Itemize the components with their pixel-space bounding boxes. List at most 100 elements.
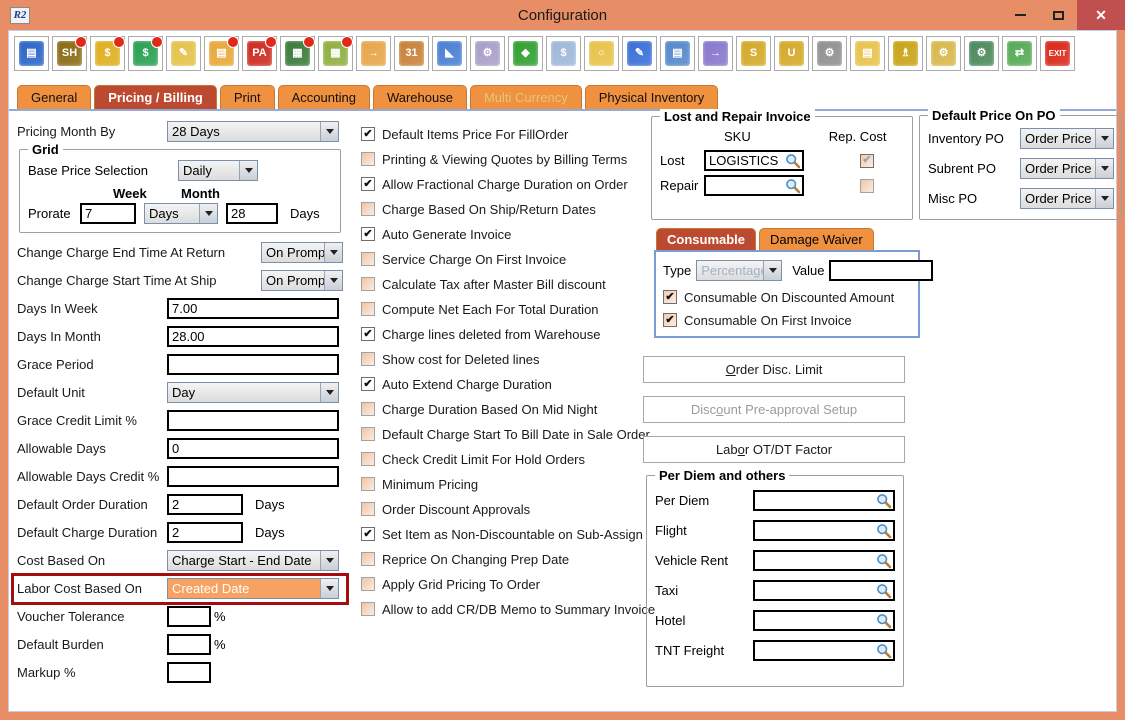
toolbar-button-cubes[interactable]: ◆ [508, 36, 543, 71]
tab-consumable[interactable]: Consumable [656, 228, 756, 250]
default-charge-duration-input[interactable] [167, 522, 243, 543]
dropdown-button[interactable] [320, 383, 338, 402]
toolbar-button-payables-book[interactable]: PA [242, 36, 277, 71]
grace-credit-limit-input[interactable] [167, 410, 339, 431]
toolbar-button-schedule-table[interactable]: ▦ [280, 36, 315, 71]
base-price-selection-select[interactable]: Daily [178, 160, 258, 181]
show-cost-for-deleted-lines-checkbox[interactable] [361, 352, 375, 366]
discount-pre-approval-setup-button[interactable]: Discount Pre-approval Setup [643, 396, 905, 423]
labor-ot-dt-factor-button[interactable]: Labor OT/DT Factor [643, 436, 905, 463]
dropdown-button[interactable] [324, 243, 342, 262]
prorate-month-days-input[interactable] [226, 203, 278, 224]
charge-based-on-ship-return-dates-checkbox[interactable] [361, 202, 375, 216]
order-disc-limit-button[interactable]: Order Disc. Limit [643, 356, 905, 383]
tab-damage-waiver[interactable]: Damage Waiver [759, 228, 874, 250]
default-unit-select[interactable]: Day [167, 382, 339, 403]
calculate-tax-after-master-bill-discount-checkbox[interactable] [361, 277, 375, 291]
charge-lines-deleted-from-warehouse-checkbox[interactable]: ✔ [361, 327, 375, 341]
dropdown-button[interactable] [320, 122, 338, 141]
per-diem-input[interactable] [753, 490, 895, 511]
toolbar-button-save[interactable]: ▤ [14, 36, 49, 71]
allowable-days-input[interactable] [167, 438, 339, 459]
toolbar-button-shield-search[interactable]: S [736, 36, 771, 71]
markup-input[interactable] [167, 662, 211, 683]
search-lookup-icon[interactable] [785, 178, 801, 194]
search-lookup-icon[interactable] [785, 153, 801, 169]
toolbar-button-folder-clock[interactable]: ○ [584, 36, 619, 71]
toolbar-button-shield-user[interactable]: U [774, 36, 809, 71]
days-in-month-input[interactable] [167, 326, 339, 347]
hotel-input[interactable] [753, 610, 895, 631]
toolbar-button-folder-document[interactable]: ▤ [850, 36, 885, 71]
consumable-value-input[interactable] [829, 260, 933, 281]
tab-physical-inventory[interactable]: Physical Inventory [585, 85, 719, 109]
toolbar-button-ledger[interactable]: ▦ [318, 36, 353, 71]
search-lookup-icon[interactable] [876, 613, 892, 629]
printing-viewing-quotes-by-billing-terms-checkbox[interactable] [361, 152, 375, 166]
voucher-tolerance-input[interactable] [167, 606, 211, 627]
days-in-week-input[interactable] [167, 298, 339, 319]
dropdown-button[interactable] [199, 204, 217, 223]
repair-rep-cost-checkbox[interactable] [860, 179, 874, 193]
tab-pricing-billing[interactable]: Pricing / Billing [94, 85, 217, 109]
toolbar-button-ruler[interactable]: ◣ [432, 36, 467, 71]
tab-warehouse[interactable]: Warehouse [373, 85, 467, 109]
auto-extend-charge-duration-checkbox[interactable]: ✔ [361, 377, 375, 391]
tab-multi-currency[interactable]: Multi Currency [470, 85, 582, 109]
toolbar-button-gears[interactable]: ⚙ [470, 36, 505, 71]
default-order-duration-input[interactable] [167, 494, 243, 515]
toolbar-button-figure-cube[interactable]: ♗ [888, 36, 923, 71]
dropdown-button[interactable] [324, 271, 342, 290]
toolbar-button-form-edit[interactable]: ✎ [622, 36, 657, 71]
misc-po-select[interactable]: Order Price [1020, 188, 1114, 209]
tab-print[interactable]: Print [220, 85, 275, 109]
search-lookup-icon[interactable] [876, 553, 892, 569]
service-charge-on-first-invoice-checkbox[interactable] [361, 252, 375, 266]
change-charge-end-time-at-return-select[interactable]: On Prompt [261, 242, 343, 263]
dropdown-button[interactable] [1095, 129, 1113, 148]
toolbar-button-transfer-lock[interactable]: → [356, 36, 391, 71]
tnt-freight-input[interactable] [753, 640, 895, 661]
toolbar-button-calendar[interactable]: 31 [394, 36, 429, 71]
minimum-pricing-checkbox[interactable] [361, 477, 375, 491]
dropdown-button[interactable] [320, 551, 338, 570]
dropdown-button[interactable] [320, 579, 338, 598]
search-lookup-icon[interactable] [876, 493, 892, 509]
check-credit-limit-for-hold-orders-checkbox[interactable] [361, 452, 375, 466]
toolbar-button-tools-gear[interactable]: ⚙ [812, 36, 847, 71]
subrent-po-select[interactable]: Order Price [1020, 158, 1114, 179]
allowable-days-credit-input[interactable] [167, 466, 339, 487]
prorate-month-unit-select[interactable]: Days [144, 203, 218, 224]
consumable-type-select[interactable]: Percentage [696, 260, 782, 281]
default-charge-start-to-bill-date-in-sale-order-checkbox[interactable] [361, 427, 375, 441]
apply-grid-pricing-to-order-checkbox[interactable] [361, 577, 375, 591]
grace-period-input[interactable] [167, 354, 339, 375]
toolbar-button-shipping-book[interactable]: SH [52, 36, 87, 71]
flight-input[interactable] [753, 520, 895, 541]
default-burden-input[interactable] [167, 634, 211, 655]
toolbar-button-document-export[interactable]: ⇄ [1002, 36, 1037, 71]
lost-rep-cost-checkbox[interactable]: ✔ [860, 154, 874, 168]
prorate-week-input[interactable] [80, 203, 136, 224]
taxi-input[interactable] [753, 580, 895, 601]
inventory-po-select[interactable]: Order Price [1020, 128, 1114, 149]
dropdown-button[interactable] [1095, 159, 1113, 178]
allow-to-add-cr-db-memo-to-summary-invoice-checkbox[interactable] [361, 602, 375, 616]
toolbar-button-folder-gear[interactable]: ⚙ [926, 36, 961, 71]
vehicle-rent-input[interactable] [753, 550, 895, 571]
compute-net-each-for-total-duration-checkbox[interactable] [361, 302, 375, 316]
consumable-on-first-invoice-checkbox[interactable]: ✔ [663, 313, 677, 327]
cost-based-on-select[interactable]: Charge Start - End Date [167, 550, 339, 571]
toolbar-button-order-form[interactable]: ▤ [204, 36, 239, 71]
toolbar-button-cash[interactable]: $ [90, 36, 125, 71]
pricing-month-by-select[interactable]: 28 Days [167, 121, 339, 142]
dropdown-button[interactable] [1095, 189, 1113, 208]
auto-generate-invoice-checkbox[interactable]: ✔ [361, 227, 375, 241]
dropdown-button[interactable] [239, 161, 257, 180]
toolbar-button-document-send[interactable]: → [698, 36, 733, 71]
tab-general[interactable]: General [17, 85, 91, 109]
dropdown-button[interactable] [763, 261, 781, 280]
search-lookup-icon[interactable] [876, 583, 892, 599]
toolbar-button-document-cube[interactable]: ▤ [660, 36, 695, 71]
labor-cost-based-on-select[interactable]: Created Date [167, 578, 339, 599]
